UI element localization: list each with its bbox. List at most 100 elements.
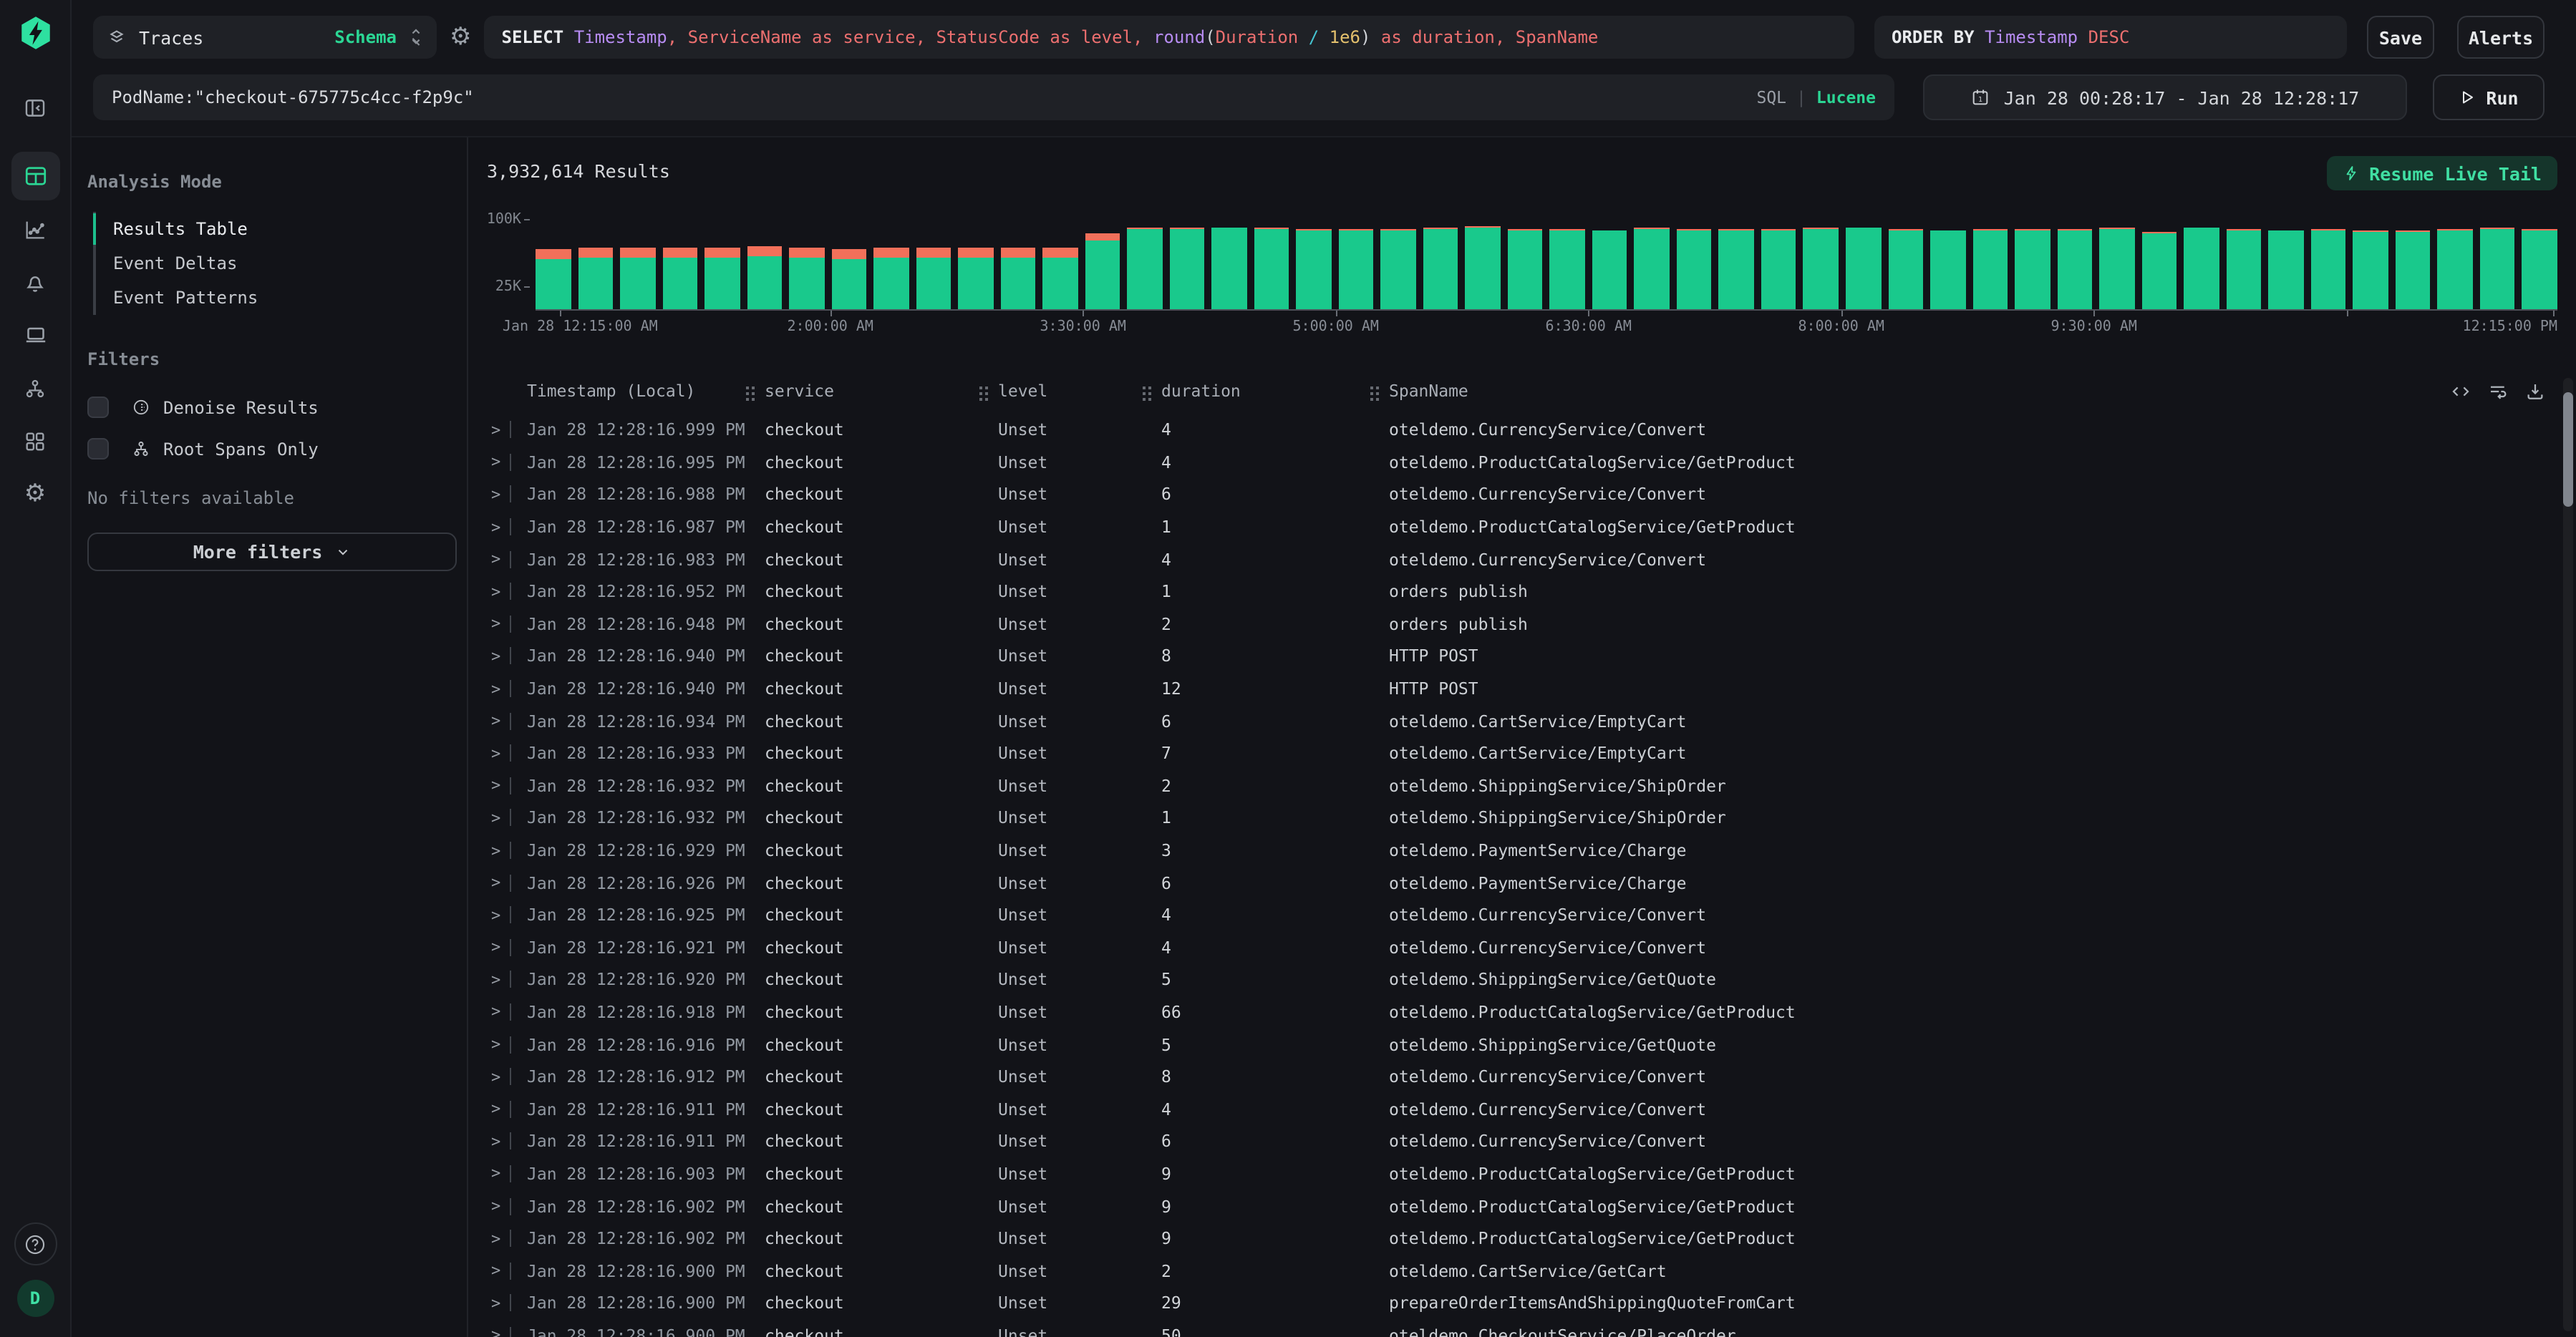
chart-bar[interactable] (1381, 229, 1416, 309)
expand-row-chevron-icon[interactable]: > (491, 1132, 510, 1151)
help-button[interactable] (14, 1222, 57, 1265)
nav-search-table[interactable] (11, 152, 59, 200)
chart-bar[interactable] (1592, 230, 1627, 309)
chart-bar[interactable] (831, 249, 866, 309)
chart-bar[interactable] (2479, 228, 2514, 309)
column-header-spanname[interactable]: SpanName (1389, 381, 1468, 401)
table-row[interactable]: >Jan 28 12:28:16.940 PMcheckoutUnset8HTT… (487, 640, 2557, 672)
expand-row-chevron-icon[interactable]: > (491, 809, 510, 827)
chart-bar[interactable] (2099, 228, 2134, 309)
analysis-mode-event-patterns[interactable]: Event Patterns (96, 281, 455, 315)
nav-chart-explorer[interactable] (11, 205, 59, 253)
chart-bar[interactable] (2015, 229, 2050, 309)
chart-bar[interactable] (2141, 231, 2176, 309)
table-row[interactable]: >Jan 28 12:28:16.926 PMcheckoutUnset6ote… (487, 867, 2557, 899)
nav-services[interactable] (11, 364, 59, 412)
table-row[interactable]: >Jan 28 12:28:16.900 PMcheckoutUnset2ote… (487, 1255, 2557, 1287)
chart-bar[interactable] (789, 247, 824, 309)
table-row[interactable]: >Jan 28 12:28:16.995 PMcheckoutUnset4ote… (487, 446, 2557, 478)
expand-row-chevron-icon[interactable]: > (491, 1261, 510, 1280)
chart-bar[interactable] (916, 248, 951, 309)
chart-bar[interactable] (1508, 229, 1543, 309)
save-button[interactable]: Save (2367, 16, 2434, 59)
chart-bar[interactable] (1719, 229, 1754, 309)
analysis-mode-results-table[interactable]: Results Table (96, 212, 455, 246)
chart-bar[interactable] (2522, 229, 2557, 309)
expand-row-chevron-icon[interactable]: > (491, 841, 510, 860)
user-avatar[interactable]: D (16, 1280, 54, 1317)
chart-bar[interactable] (1127, 228, 1162, 309)
chart-bar[interactable] (578, 248, 613, 309)
chart-bar[interactable] (1846, 227, 1881, 309)
chart-bar[interactable] (1803, 228, 1839, 309)
chart-bar[interactable] (1972, 229, 2008, 309)
chart-bar[interactable] (2057, 229, 2092, 309)
table-row[interactable]: >Jan 28 12:28:16.902 PMcheckoutUnset9ote… (487, 1222, 2557, 1255)
alerts-button[interactable]: Alerts (2457, 16, 2544, 59)
chart-bar[interactable] (2268, 230, 2303, 309)
table-row[interactable]: >Jan 28 12:28:16.932 PMcheckoutUnset2ote… (487, 769, 2557, 802)
expand-row-chevron-icon[interactable]: > (491, 744, 510, 762)
nav-dashboards[interactable] (11, 417, 59, 465)
source-settings-gear-icon[interactable]: ⚙ (450, 25, 472, 49)
expand-row-chevron-icon[interactable]: > (491, 485, 510, 504)
chart-bar[interactable] (1423, 228, 1458, 309)
table-row[interactable]: >Jan 28 12:28:16.932 PMcheckoutUnset1ote… (487, 802, 2557, 834)
mode-lucene-toggle[interactable]: Lucene (1816, 87, 1876, 107)
table-row[interactable]: >Jan 28 12:28:16.929 PMcheckoutUnset3ote… (487, 834, 2557, 866)
chart-bar[interactable] (662, 247, 697, 309)
nav-settings[interactable]: ⚙ (11, 470, 59, 518)
drag-handle-icon[interactable] (1370, 386, 1373, 389)
table-row[interactable]: >Jan 28 12:28:16.940 PMcheckoutUnset12HT… (487, 673, 2557, 705)
table-row[interactable]: >Jan 28 12:28:16.912 PMcheckoutUnset8ote… (487, 1061, 2557, 1093)
chart-bar[interactable] (2353, 230, 2388, 309)
expand-row-chevron-icon[interactable]: > (491, 1229, 510, 1248)
expand-row-chevron-icon[interactable]: > (491, 421, 510, 439)
expand-row-chevron-icon[interactable]: > (491, 905, 510, 924)
checkbox-hierarchy[interactable] (87, 438, 109, 460)
scrollbar-thumb[interactable] (2563, 392, 2573, 507)
checkbox-denoise[interactable] (87, 397, 109, 418)
table-row[interactable]: >Jan 28 12:28:16.925 PMcheckoutUnset4ote… (487, 899, 2557, 931)
search-input[interactable]: PodName:"checkout-675775c4cc-f2p9c" SQL … (93, 74, 1894, 120)
download-icon[interactable] (2524, 380, 2546, 402)
chart-bar[interactable] (536, 249, 571, 309)
expand-row-chevron-icon[interactable]: > (491, 517, 510, 536)
table-row[interactable]: >Jan 28 12:28:16.988 PMcheckoutUnset6ote… (487, 478, 2557, 510)
chart-bar[interactable] (2437, 229, 2472, 309)
chart-bar[interactable] (1000, 248, 1035, 309)
nav-client-sessions[interactable] (11, 311, 59, 359)
collapse-sidebar-button[interactable] (11, 83, 59, 132)
chart-bar[interactable] (747, 246, 782, 309)
column-header-timestamp-local-[interactable]: Timestamp (Local) (527, 381, 765, 401)
table-row[interactable]: >Jan 28 12:28:16.911 PMcheckoutUnset6ote… (487, 1125, 2557, 1157)
table-row[interactable]: >Jan 28 12:28:16.911 PMcheckoutUnset4ote… (487, 1093, 2557, 1125)
chart-bar[interactable] (1212, 227, 1247, 309)
table-row[interactable]: >Jan 28 12:28:16.948 PMcheckoutUnset2ord… (487, 608, 2557, 640)
table-row[interactable]: >Jan 28 12:28:16.900 PMcheckoutUnset29pr… (487, 1287, 2557, 1319)
column-header-duration[interactable]: duration (1161, 381, 1389, 401)
expand-row-chevron-icon[interactable]: > (491, 1067, 510, 1086)
chart-bar[interactable] (1085, 233, 1120, 309)
table-row[interactable]: >Jan 28 12:28:16.902 PMcheckoutUnset9ote… (487, 1190, 2557, 1222)
nav-alerts[interactable] (11, 258, 59, 306)
chart-bar[interactable] (1888, 229, 1923, 309)
source-selector[interactable]: Traces Schema (93, 16, 437, 59)
wrap-lines-icon[interactable] (2487, 380, 2509, 402)
more-filters-button[interactable]: More filters (87, 533, 457, 571)
chart-bar[interactable] (1297, 229, 1332, 309)
table-row[interactable]: >Jan 28 12:28:16.903 PMcheckoutUnset9ote… (487, 1157, 2557, 1190)
date-range-picker[interactable]: 1 Jan 28 00:28:17 - Jan 28 12:28:17 (1923, 74, 2407, 120)
expand-row-chevron-icon[interactable]: > (491, 550, 510, 568)
expand-row-chevron-icon[interactable]: > (491, 1294, 510, 1313)
chart-bar[interactable] (1761, 229, 1796, 309)
mode-sql-toggle[interactable]: SQL (1756, 87, 1786, 107)
table-row[interactable]: >Jan 28 12:28:16.952 PMcheckoutUnset1ord… (487, 575, 2557, 608)
expand-row-chevron-icon[interactable]: > (491, 1326, 510, 1337)
expand-row-chevron-icon[interactable]: > (491, 1197, 510, 1215)
expand-row-chevron-icon[interactable]: > (491, 647, 510, 666)
chart-bar[interactable] (704, 248, 740, 309)
table-row[interactable]: >Jan 28 12:28:16.934 PMcheckoutUnset6ote… (487, 705, 2557, 737)
drag-handle-icon[interactable] (746, 386, 749, 389)
expand-row-chevron-icon[interactable]: > (491, 583, 510, 601)
